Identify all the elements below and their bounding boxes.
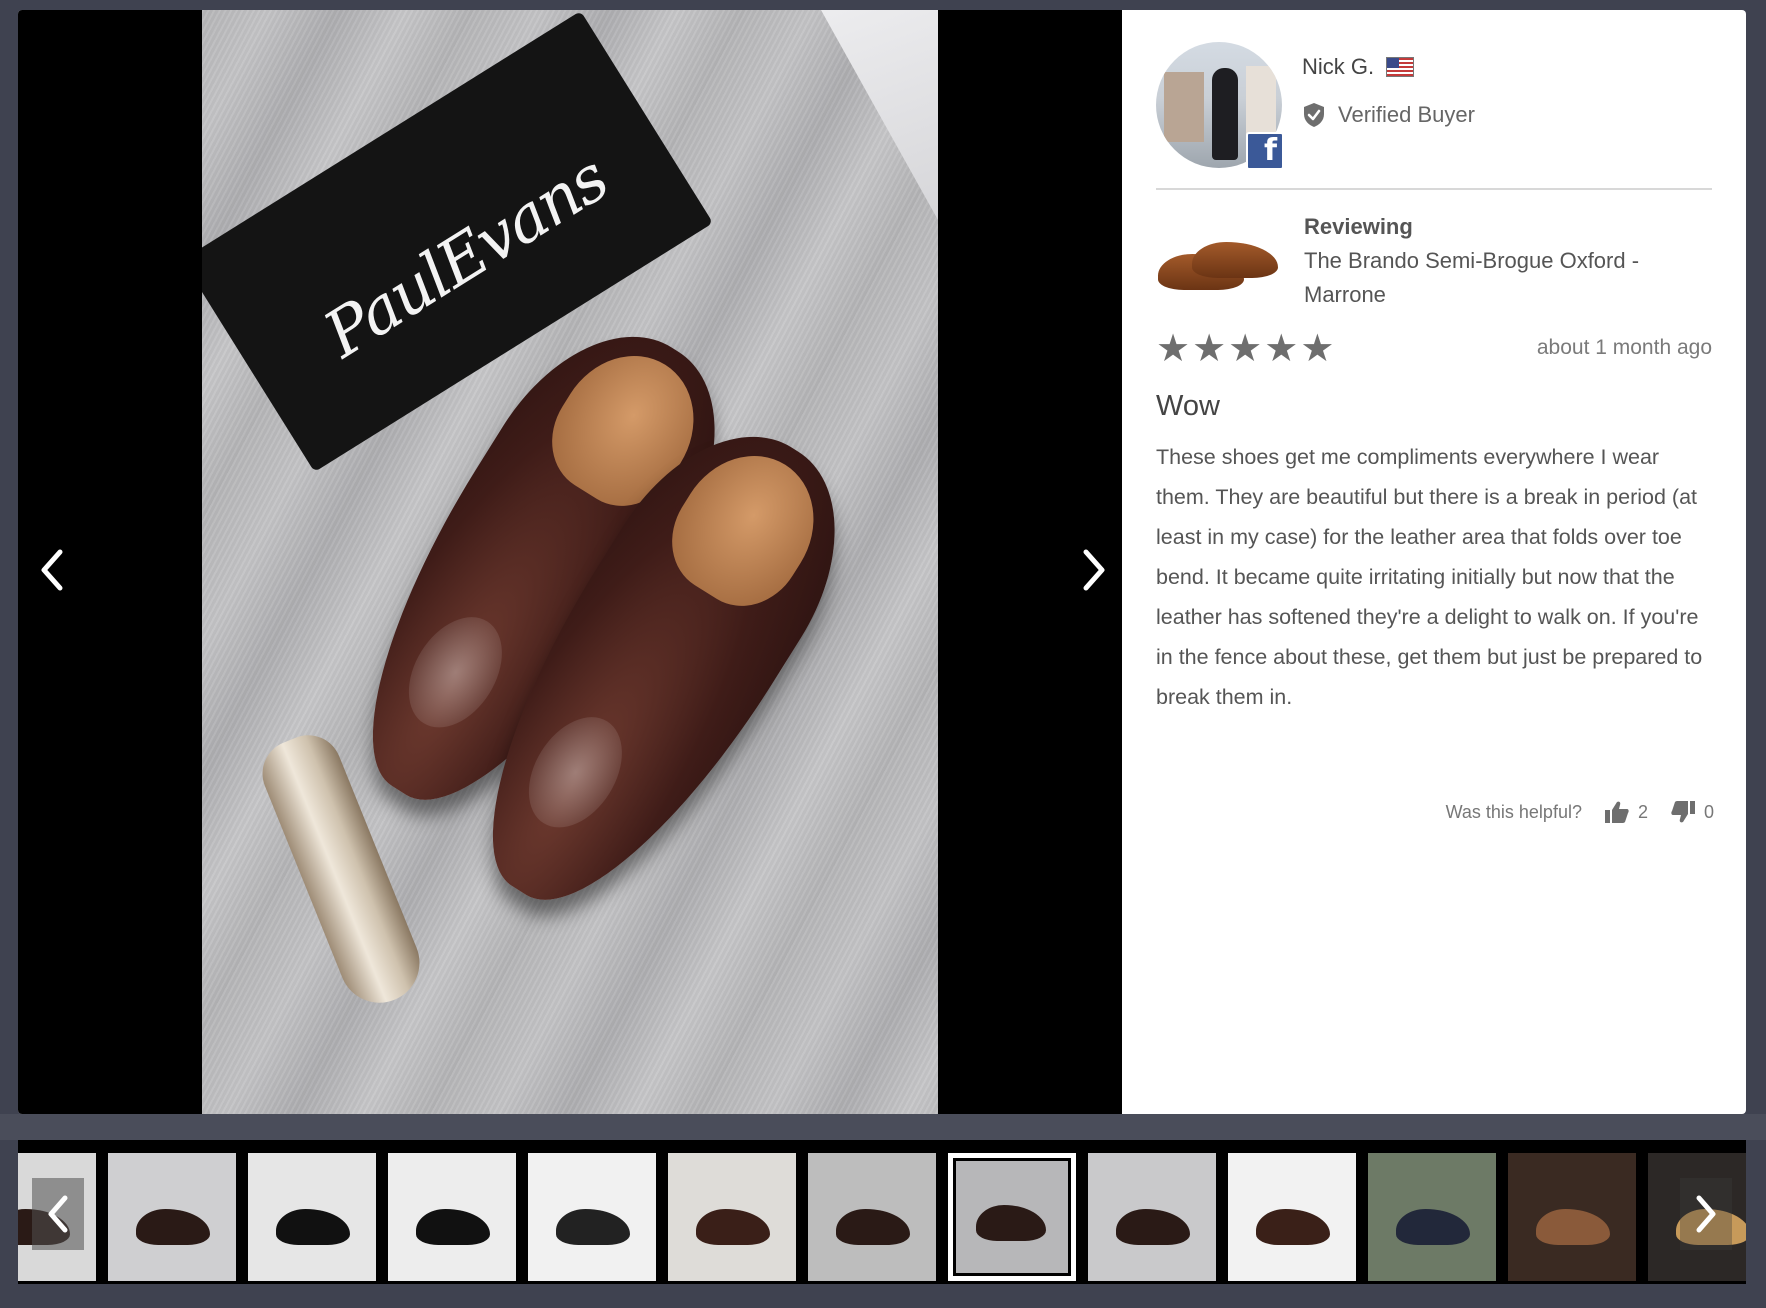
next-media-button[interactable] bbox=[1076, 542, 1112, 598]
star-icon: ★ bbox=[1192, 326, 1227, 370]
reviewer-header: f Nick G. Verified Buyer bbox=[1156, 42, 1712, 190]
product-name-link[interactable]: The Brando Semi-Brogue Oxford - Marrone bbox=[1304, 244, 1712, 312]
helpful-votes: Was this helpful? 2 0 bbox=[1446, 800, 1714, 824]
star-rating: ★ ★ ★ ★ ★ bbox=[1156, 328, 1334, 368]
rating-row: ★ ★ ★ ★ ★ about 1 month ago bbox=[1156, 328, 1712, 368]
review-title: Wow bbox=[1156, 390, 1220, 422]
star-icon: ★ bbox=[1264, 326, 1299, 370]
thumbnails-next-button[interactable] bbox=[1680, 1178, 1732, 1250]
media-viewer: PaulEvans bbox=[18, 10, 1122, 1114]
thumbs-down-icon bbox=[1671, 801, 1695, 823]
reviewer-name: Nick G. bbox=[1302, 54, 1375, 79]
product-thumbnail[interactable] bbox=[1156, 214, 1278, 304]
media-thumbnail[interactable] bbox=[248, 1153, 376, 1281]
reviewing-label: Reviewing bbox=[1304, 214, 1413, 239]
avatar: f bbox=[1156, 42, 1284, 170]
reviewed-product: Reviewing The Brando Semi-Brogue Oxford … bbox=[1156, 190, 1712, 312]
media-thumbnail[interactable] bbox=[1088, 1153, 1216, 1281]
star-icon: ★ bbox=[1228, 326, 1263, 370]
chevron-left-icon bbox=[41, 549, 63, 591]
media-thumbnail[interactable] bbox=[668, 1153, 796, 1281]
chevron-right-icon bbox=[1696, 1195, 1716, 1233]
review-media-modal: PaulEvans f Nick G. Verified Buyer Revie… bbox=[18, 10, 1746, 1114]
media-thumbnail[interactable] bbox=[528, 1153, 656, 1281]
review-body: These shoes get me compliments everywher… bbox=[1156, 445, 1703, 709]
review-photo: PaulEvans bbox=[202, 10, 938, 1114]
chevron-left-icon bbox=[48, 1195, 68, 1233]
star-icon: ★ bbox=[1300, 326, 1335, 370]
vote-down-button[interactable]: 0 bbox=[1670, 800, 1714, 824]
thumbnail-list bbox=[18, 1153, 1746, 1281]
vote-up-button[interactable]: 2 bbox=[1604, 800, 1648, 824]
backdrop-strip bbox=[0, 1114, 1766, 1140]
star-icon: ★ bbox=[1156, 326, 1191, 370]
up-vote-count: 2 bbox=[1637, 801, 1648, 822]
thumbnails-previous-button[interactable] bbox=[32, 1178, 84, 1250]
review-panel: f Nick G. Verified Buyer Reviewing The B… bbox=[1122, 10, 1746, 1114]
media-thumbnail[interactable] bbox=[1508, 1153, 1636, 1281]
review-date: about 1 month ago bbox=[1536, 336, 1712, 359]
media-thumbnail[interactable] bbox=[1368, 1153, 1496, 1281]
media-thumbnail[interactable] bbox=[808, 1153, 936, 1281]
media-thumbnail-strip bbox=[18, 1140, 1746, 1284]
previous-media-button[interactable] bbox=[34, 542, 70, 598]
down-vote-count: 0 bbox=[1703, 801, 1714, 822]
media-thumbnail[interactable] bbox=[388, 1153, 516, 1281]
thumbs-up-icon bbox=[1604, 801, 1629, 823]
media-thumbnail[interactable] bbox=[108, 1153, 236, 1281]
verified-buyer-label: Verified Buyer bbox=[1338, 102, 1475, 127]
facebook-icon: f bbox=[1246, 132, 1284, 170]
media-thumbnail-active[interactable] bbox=[948, 1153, 1076, 1281]
media-thumbnail[interactable] bbox=[1228, 1153, 1356, 1281]
chevron-right-icon bbox=[1083, 549, 1105, 591]
verified-shield-icon bbox=[1304, 103, 1324, 127]
helpful-question: Was this helpful? bbox=[1445, 801, 1582, 822]
us-flag-icon bbox=[1386, 57, 1415, 77]
